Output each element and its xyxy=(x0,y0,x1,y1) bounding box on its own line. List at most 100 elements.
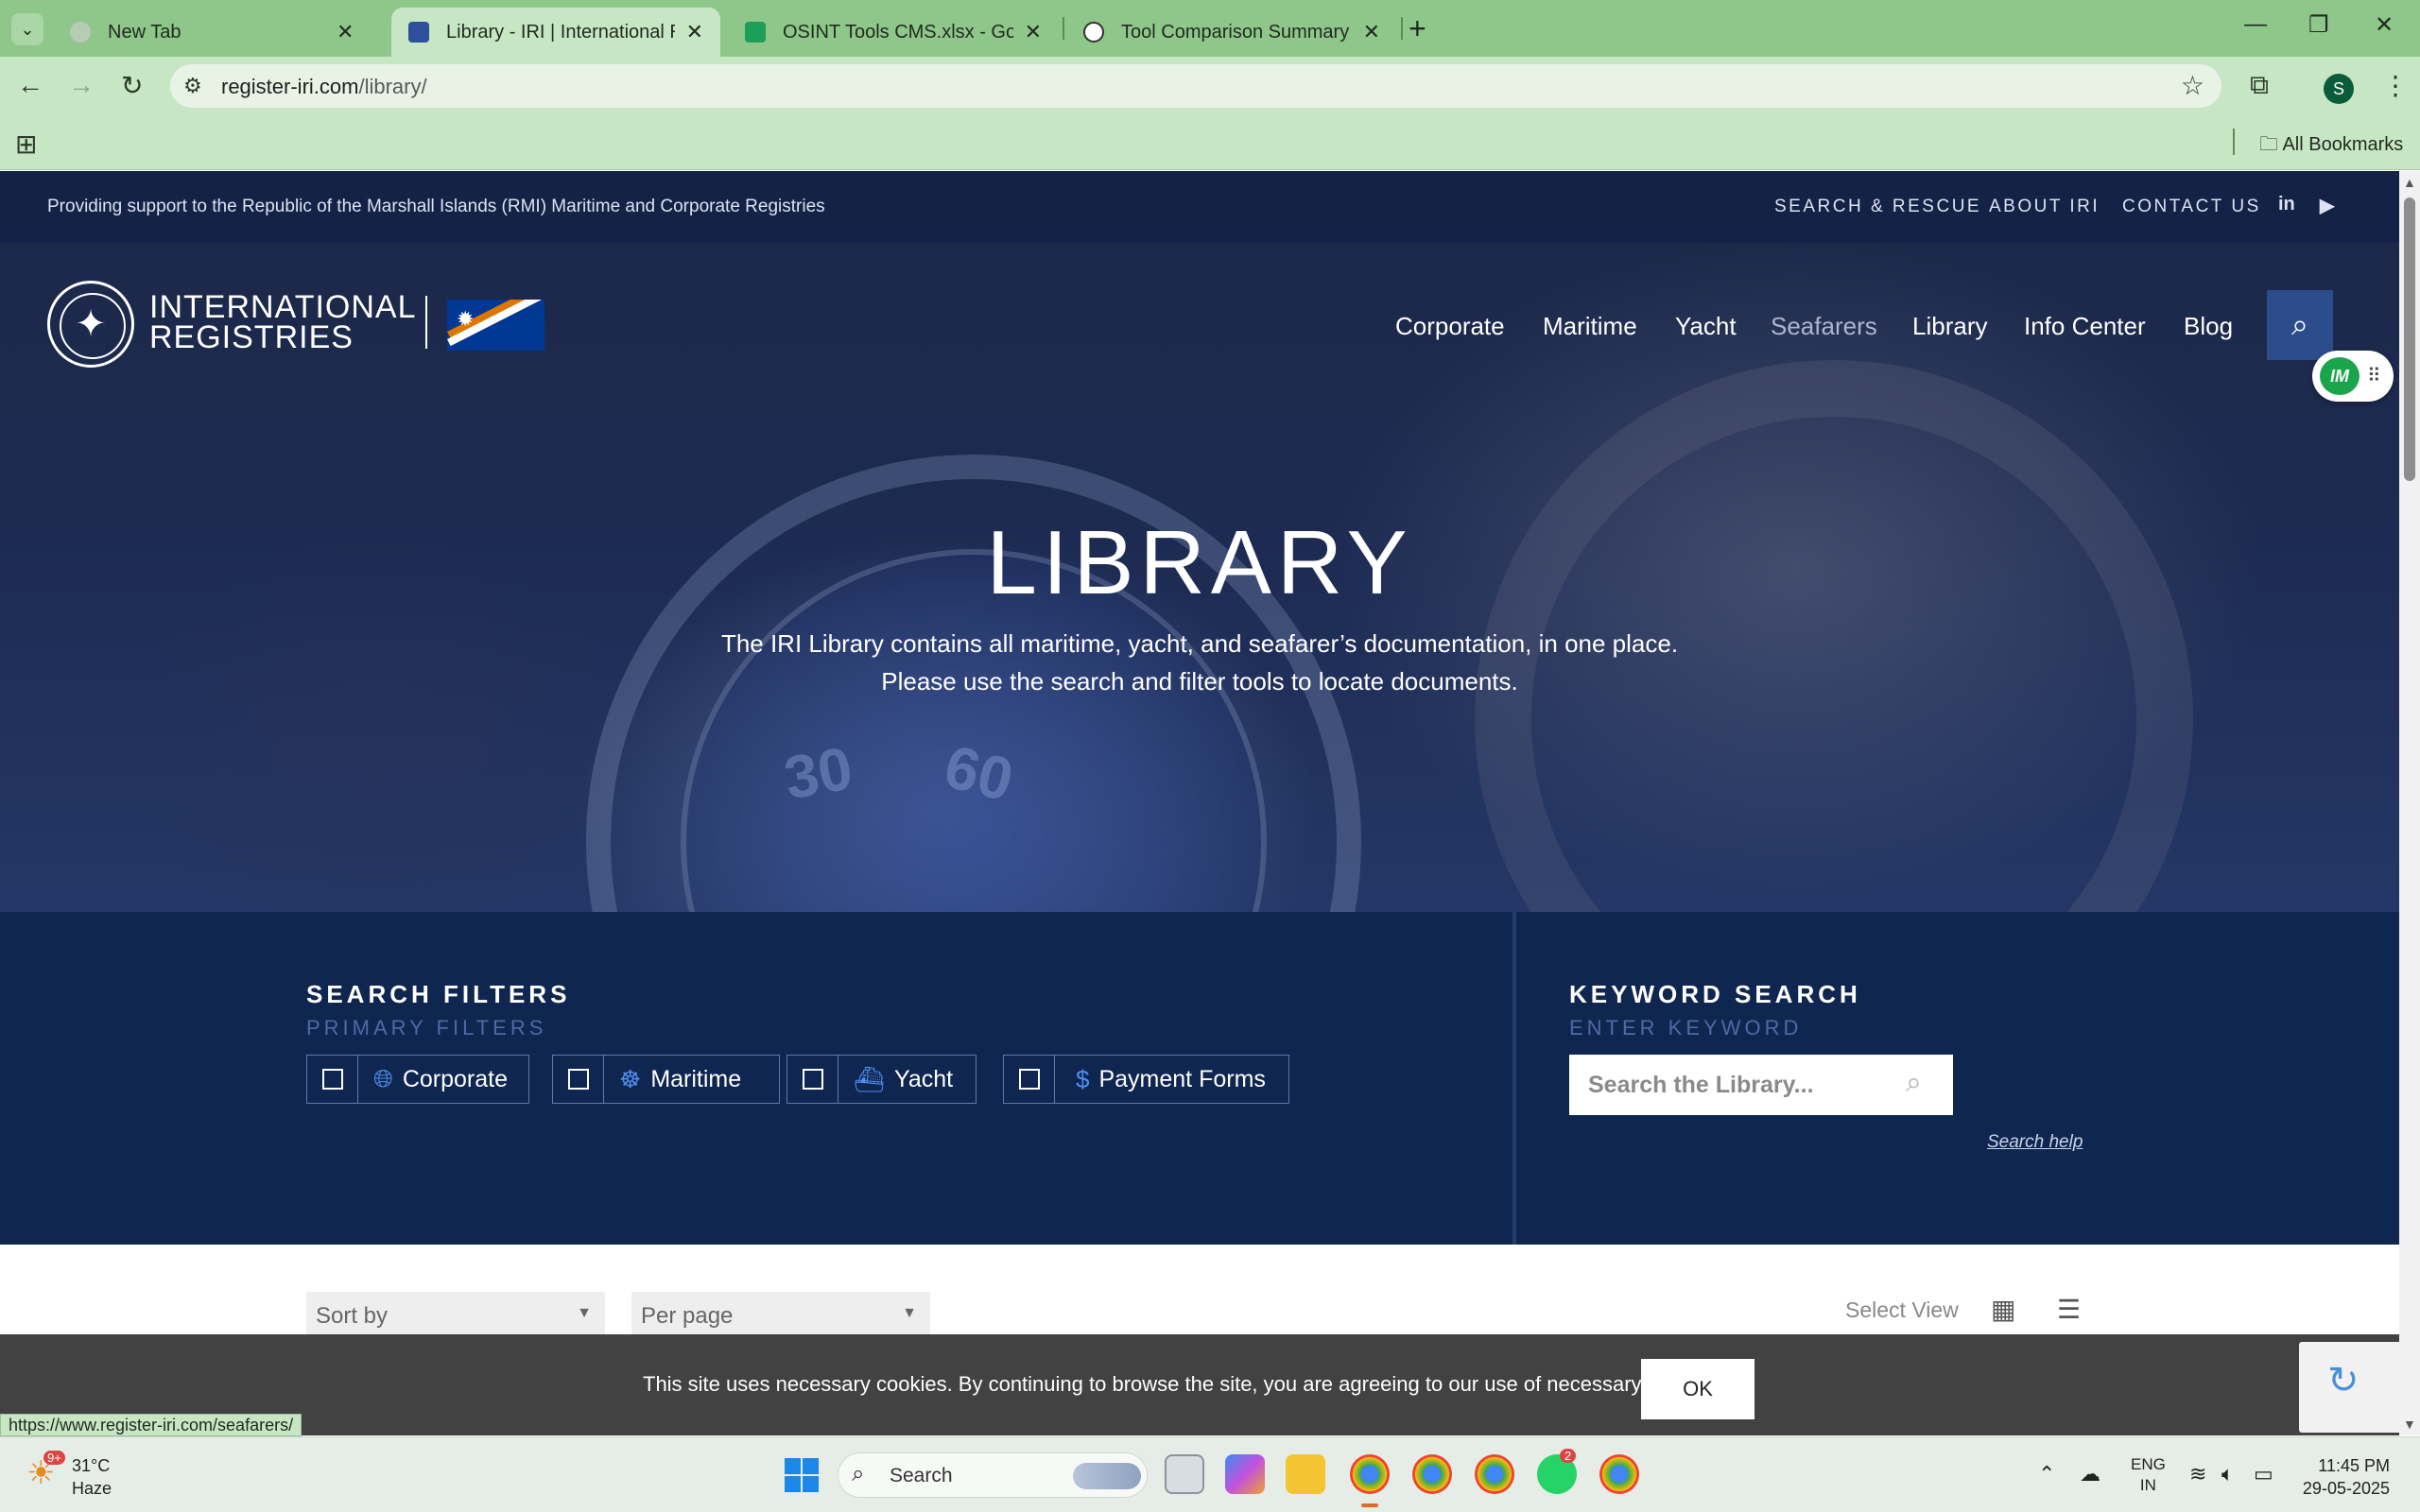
grid-view-icon[interactable]: ▦ xyxy=(1991,1294,2015,1325)
battery-icon[interactable]: ▭ xyxy=(2254,1462,2273,1486)
chrome-profile-icon[interactable] xyxy=(1475,1454,1514,1494)
nav-yacht[interactable]: Yacht xyxy=(1675,312,1737,341)
filter-chip-yacht[interactable]: ⛴ Yacht xyxy=(786,1055,977,1104)
chrome-profile-icon[interactable] xyxy=(1412,1454,1452,1494)
restore-icon[interactable]: ❐ xyxy=(2308,11,2329,39)
profile-avatar[interactable]: S xyxy=(2324,74,2354,104)
windows-start-icon[interactable] xyxy=(785,1458,819,1492)
per-page-select[interactable]: Per page ▼ xyxy=(631,1292,930,1337)
nav-corporate[interactable]: Corporate xyxy=(1395,312,1505,341)
hero-section: 30 60 Providing support to the Republic … xyxy=(0,171,2399,912)
filter-chip-corporate[interactable]: 🌐︎ Corporate xyxy=(306,1055,529,1104)
window-close-icon[interactable]: ✕ xyxy=(2375,11,2394,39)
ship-wheel-icon: ☸ xyxy=(619,1064,642,1093)
keyword-search-input[interactable] xyxy=(1569,1055,1953,1115)
windows-taskbar: ☀ 9+ 31°C Haze ⌕ Search 2 ⌃ ☁ ENG IN ≋ 🔈… xyxy=(0,1436,2420,1512)
weather-temperature[interactable]: 31°C xyxy=(72,1456,110,1476)
region-code: IN xyxy=(2139,1476,2156,1494)
browser-toolbar: ← → ↻ ⚙ register-iri.com/library/ ☆ ⧉ S … xyxy=(0,57,2420,115)
profile-initial: S xyxy=(2332,78,2344,98)
cookie-ok-button[interactable]: OK xyxy=(1641,1359,1754,1419)
tab-new-tab[interactable]: New Tab ✕ xyxy=(53,8,380,57)
bookmark-star-icon[interactable]: ☆ xyxy=(2181,70,2204,101)
chevron-down-icon: ▼ xyxy=(902,1305,917,1321)
close-icon[interactable]: ✕ xyxy=(337,20,354,44)
site-info-icon[interactable]: ⚙ xyxy=(183,74,202,98)
url-path: /library/ xyxy=(358,75,427,98)
site-logo-text[interactable]: INTERNATIONAL REGISTRIES xyxy=(149,291,417,353)
forward-arrow-icon[interactable]: → xyxy=(68,70,95,100)
logo-divider xyxy=(425,296,427,349)
chrome-icon[interactable] xyxy=(1350,1454,1390,1494)
filter-chip-payment-forms[interactable]: $ Payment Forms xyxy=(1003,1055,1289,1104)
page-scrollbar[interactable]: ▲ ▼ xyxy=(2399,171,2420,1435)
nav-library[interactable]: Library xyxy=(1912,312,1987,341)
task-view-icon[interactable] xyxy=(1165,1454,1204,1494)
list-view-icon[interactable]: ☰ xyxy=(2057,1294,2081,1325)
reload-icon[interactable]: ↻ xyxy=(121,70,143,101)
search-rescue-link[interactable]: SEARCH & RESCUE xyxy=(1774,197,1981,217)
scroll-up-icon[interactable]: ▲ xyxy=(2403,175,2416,190)
about-iri-link[interactable]: ABOUT IRI xyxy=(1989,197,2100,217)
sort-by-select[interactable]: Sort by ▼ xyxy=(306,1292,605,1337)
taskbar-clock[interactable]: 11:45 PM 29-05-2025 xyxy=(2286,1454,2390,1500)
weather-badge: 9+ xyxy=(43,1451,65,1465)
site-top-bar: Providing support to the Republic of the… xyxy=(0,171,2399,243)
tray-overflow-chevron-icon[interactable]: ⌃ xyxy=(2038,1462,2055,1486)
language-indicator[interactable]: ENG IN xyxy=(2131,1454,2166,1496)
search-icon[interactable]: ⌕ xyxy=(1906,1067,1922,1099)
address-bar[interactable]: ⚙ register-iri.com/library/ ☆ xyxy=(170,64,2221,108)
chip-label: Yacht xyxy=(894,1065,954,1092)
tab-search-chevron-icon[interactable]: ⌄ xyxy=(11,13,43,45)
taskbar-search[interactable]: ⌕ Search xyxy=(838,1452,1148,1498)
tray-app-icon[interactable]: ☁ xyxy=(2080,1462,2100,1486)
tab-title: OSINT Tools CMS.xlsx - Google Sheets xyxy=(783,21,1013,43)
nav-info-center[interactable]: Info Center xyxy=(2024,312,2146,341)
weather-condition[interactable]: Haze xyxy=(72,1479,112,1499)
copilot-icon[interactable] xyxy=(1225,1454,1265,1494)
volume-icon[interactable]: 🔈︎ xyxy=(2221,1462,2234,1486)
nav-seafarers[interactable]: Seafarers xyxy=(1771,312,1877,341)
menu-kebab-icon[interactable]: ⋮ xyxy=(2382,70,2409,101)
nav-maritime[interactable]: Maritime xyxy=(1543,312,1637,341)
site-search-button[interactable]: ⌕ xyxy=(2267,290,2333,360)
im-extension-widget[interactable]: IM ⠿ xyxy=(2312,351,2394,402)
payment-forms-checkbox[interactable] xyxy=(1018,1069,1040,1090)
back-arrow-icon[interactable]: ← xyxy=(17,70,43,100)
checkbox-cell xyxy=(307,1056,358,1103)
new-tab-plus-icon[interactable]: + xyxy=(1409,11,1426,46)
chip-label: Payment Forms xyxy=(1098,1065,1266,1092)
tab-library-iri[interactable]: Library - IRI | International Registries… xyxy=(391,8,720,57)
youtube-icon[interactable]: ▶ xyxy=(2320,194,2334,217)
tab-title: Tool Comparison Summary xyxy=(1121,21,1350,43)
recaptcha-badge[interactable]: ↻ xyxy=(2299,1342,2399,1433)
minimize-icon[interactable]: — xyxy=(2244,11,2267,38)
yacht-icon: ⛴ xyxy=(854,1064,886,1093)
scroll-down-icon[interactable]: ▼ xyxy=(2403,1417,2416,1432)
maritime-checkbox[interactable] xyxy=(567,1069,589,1090)
openai-favicon-icon xyxy=(1083,22,1104,43)
filter-chip-maritime[interactable]: ☸ Maritime xyxy=(552,1055,781,1104)
tab-tool-comparison[interactable]: Tool Comparison Summary ✕ xyxy=(1066,8,1397,57)
close-icon[interactable]: ✕ xyxy=(686,20,703,44)
hero-description-line-2: Please use the search and filter tools t… xyxy=(881,667,1518,696)
tab-osint-sheet[interactable]: OSINT Tools CMS.xlsx - Google Sheets ✕ xyxy=(728,8,1059,57)
nav-blog[interactable]: Blog xyxy=(2184,312,2233,341)
drag-handle-icon[interactable]: ⠿ xyxy=(2367,364,2381,387)
wifi-icon[interactable]: ≋ xyxy=(2189,1462,2206,1486)
close-icon[interactable]: ✕ xyxy=(1025,20,1042,44)
file-explorer-icon[interactable] xyxy=(1286,1454,1325,1494)
search-help-link[interactable]: Search help xyxy=(1987,1132,2083,1153)
scroll-thumb[interactable] xyxy=(2404,198,2415,481)
marshall-islands-flag-icon: ✹ xyxy=(447,300,544,351)
contact-us-link[interactable]: CONTACT US xyxy=(2122,197,2261,217)
extensions-icon[interactable]: ⧉ xyxy=(2250,70,2269,101)
iri-seal-logo-icon[interactable]: ✦ xyxy=(47,281,134,368)
corporate-checkbox[interactable] xyxy=(321,1069,343,1090)
chrome-profile-icon[interactable] xyxy=(1599,1454,1639,1494)
linkedin-icon[interactable]: in xyxy=(2278,194,2295,215)
apps-grid-icon[interactable]: ⊞ xyxy=(15,129,37,160)
close-icon[interactable]: ✕ xyxy=(1363,20,1380,44)
yacht-checkbox[interactable] xyxy=(802,1069,823,1090)
all-bookmarks-button[interactable]: 🗀 All Bookmarks xyxy=(2259,130,2403,163)
